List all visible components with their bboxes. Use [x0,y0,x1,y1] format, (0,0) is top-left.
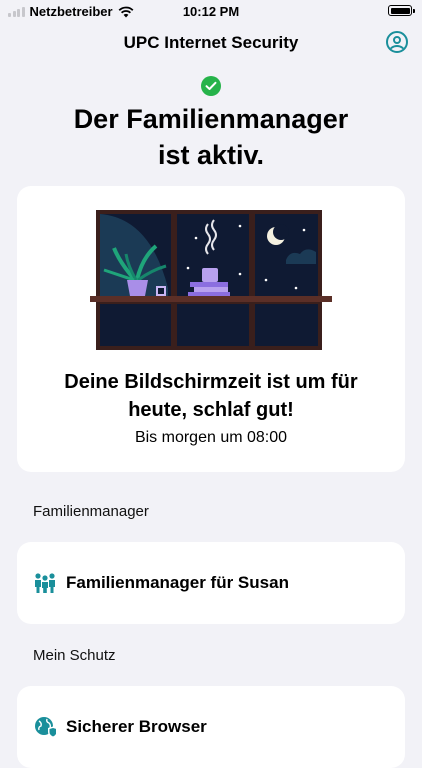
nav-title: UPC Internet Security [123,33,299,52]
check-icon [201,76,221,96]
section-label-familienmanager: Familienmanager [33,503,149,520]
family-icon [35,573,55,593]
night-window-illustration [90,210,332,350]
family-manager-label: Familienmanager für Susan [66,573,289,592]
secure-browser-label: Sicherer Browser [66,717,207,736]
status-headline: Der Familienmanager ist aktiv. [0,101,422,173]
bedtime-title-line2: heute, schlaf gut! [128,399,294,421]
status-bar: Netzbetreiber 10:12 PM [0,0,422,24]
secure-browser-row[interactable]: Sicherer Browser [17,686,405,768]
battery-icon [388,5,415,16]
account-icon[interactable] [386,31,408,53]
family-manager-row[interactable]: Familienmanager für Susan [17,542,405,624]
bedtime-title-line1: Deine Bildschirmzeit ist um für [64,371,358,393]
bedtime-subtitle: Bis morgen um 08:00 [134,429,288,446]
status-headline-line2: ist aktiv. [157,140,265,170]
bedtime-title: Deine Bildschirmzeit ist um für heute, s… [17,368,405,424]
bedtime-card: Deine Bildschirmzeit ist um für heute, s… [17,186,405,472]
section-label-mein-schutz: Mein Schutz [33,647,116,664]
status-headline-line1: Der Familienmanager [73,104,349,134]
globe-shield-icon [35,717,56,738]
status-time: 10:12 PM [182,4,240,19]
